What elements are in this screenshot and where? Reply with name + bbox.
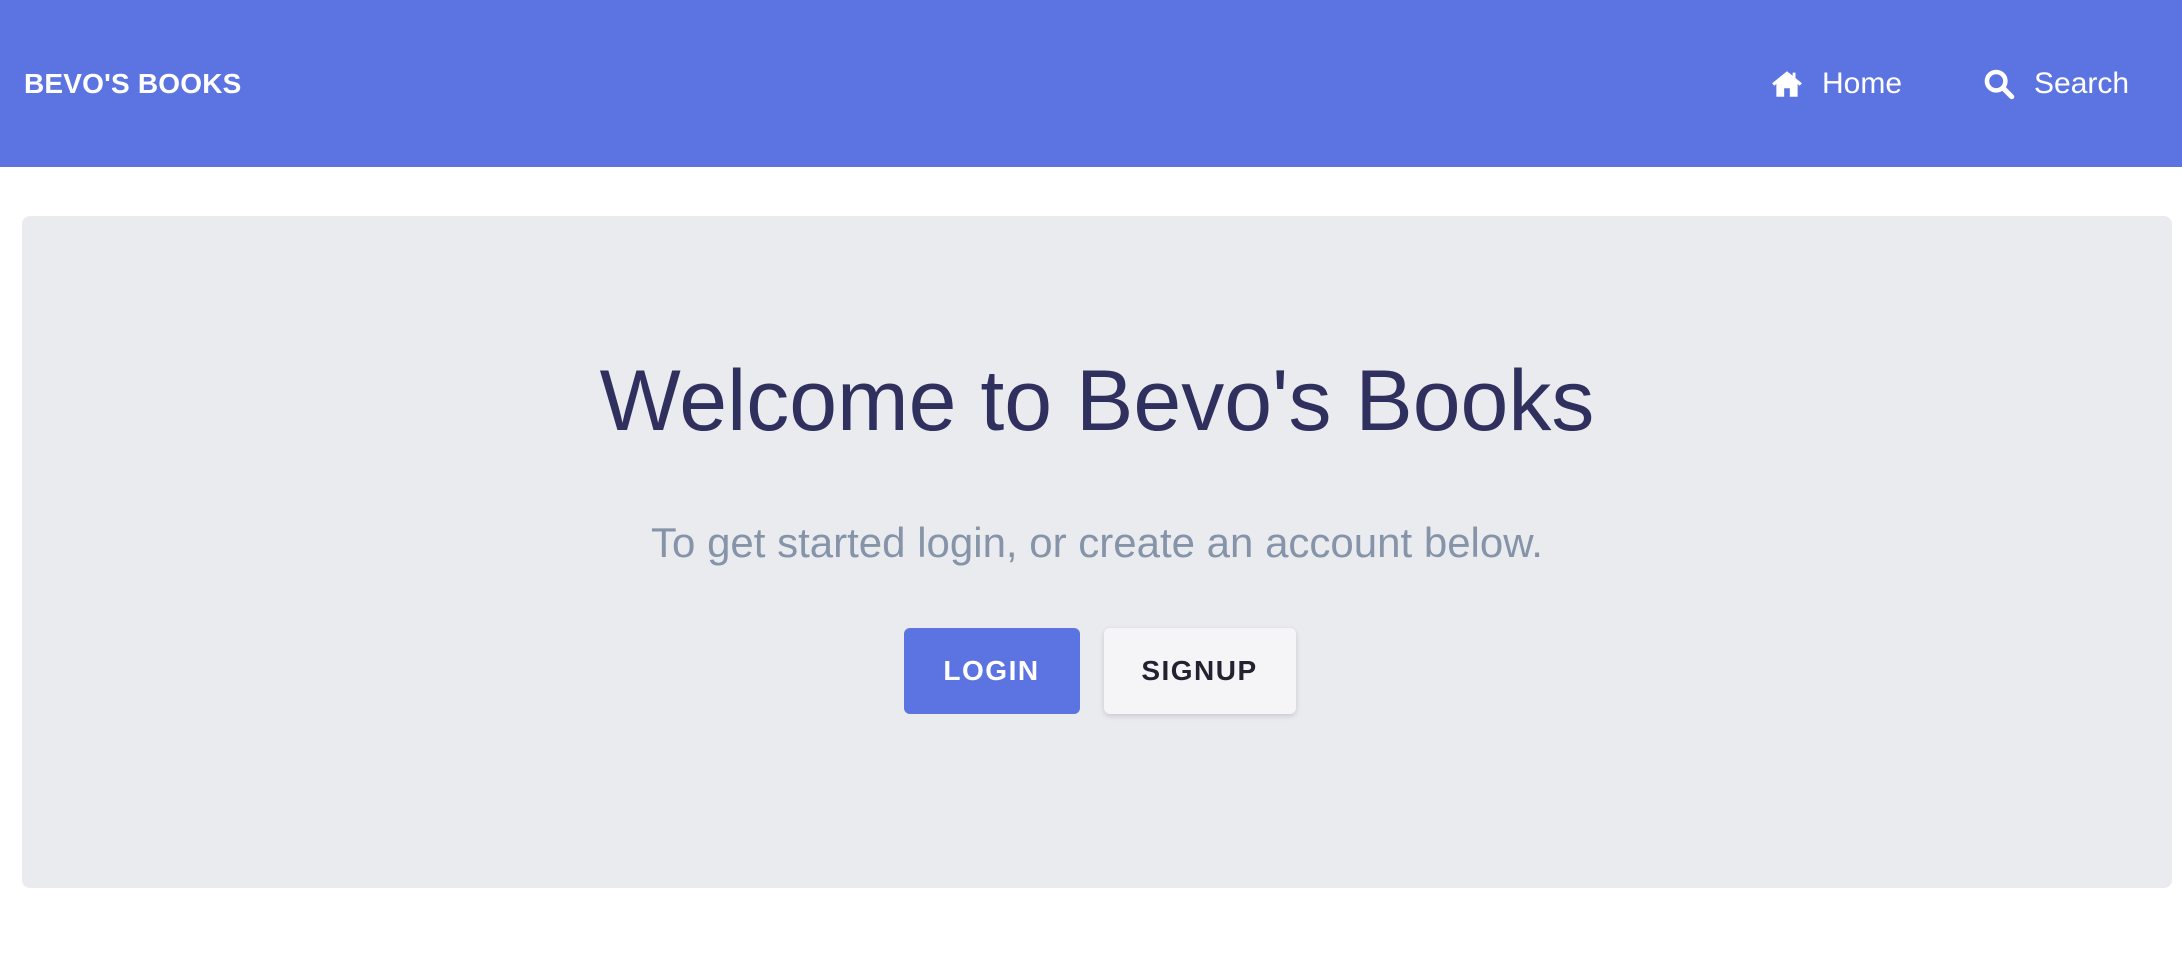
auth-button-row: LOGIN SIGNUP — [22, 628, 2172, 714]
home-icon — [1770, 67, 1804, 101]
nav-item-home[interactable]: Home — [1770, 0, 1902, 167]
page-subtitle: To get started login, or create an accou… — [651, 519, 1543, 566]
nav-item-label: Home — [1822, 66, 1903, 100]
login-button[interactable]: LOGIN — [903, 628, 1080, 714]
page-title: Welcome to Bevo's Books — [599, 353, 1595, 449]
top-navbar: BEVO'S BOOKS Home Search — [0, 0, 2182, 167]
nav-item-label: Search — [2034, 66, 2130, 100]
search-icon — [1982, 67, 2016, 101]
welcome-hero: Welcome to Bevo's Books To get started l… — [22, 216, 2172, 888]
signup-button[interactable]: SIGNUP — [1103, 628, 1296, 714]
brand-link[interactable]: BEVO'S BOOKS — [24, 0, 242, 167]
nav-item-search[interactable]: Search — [1982, 0, 2129, 167]
